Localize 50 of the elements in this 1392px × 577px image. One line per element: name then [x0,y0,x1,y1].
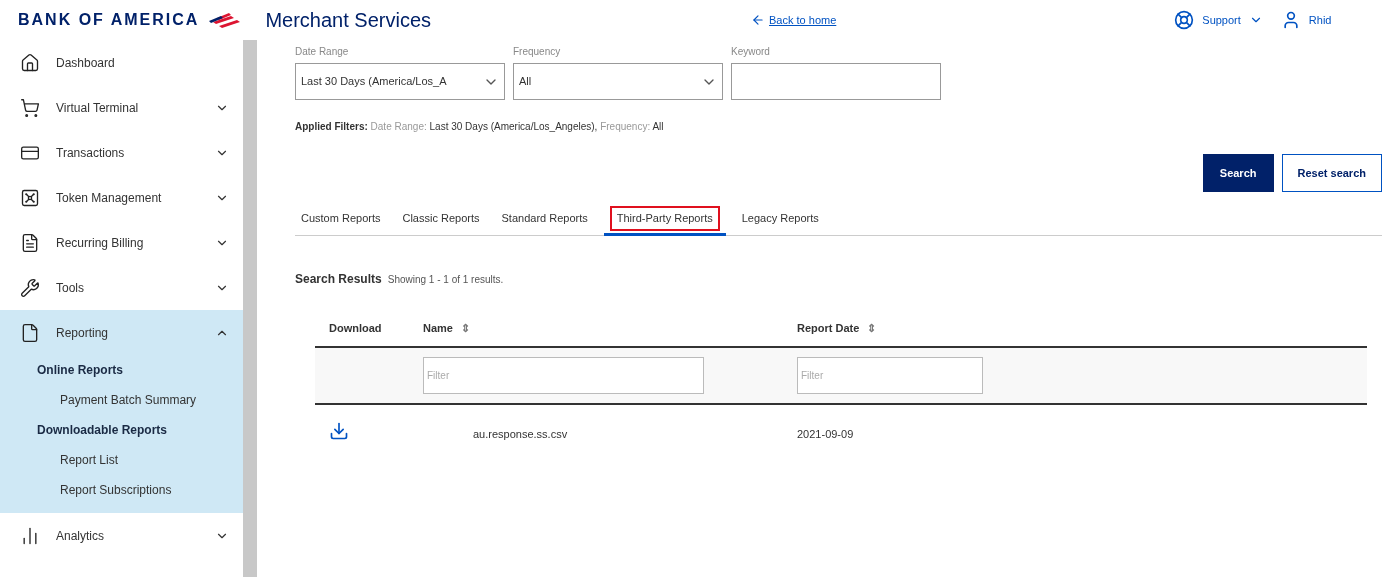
filter-field[interactable]: Filter [797,357,983,394]
reset-button[interactable]: Reset search [1281,154,1382,192]
scrollbar[interactable] [243,40,257,577]
submenu-item[interactable]: Report Subscriptions [0,475,243,505]
field-label: Frequency [513,45,562,59]
app-title: Merchant Services [265,8,432,33]
applied-filters-text: Applied Filters: Date Range: Last 30 Days (America/Los_Angeles), Frequency: All [295,120,665,134]
lifebuoy-icon [1174,10,1195,30]
table-cell-text: 2021-09-09 [797,426,854,442]
results-summary: Showing 1 - 1 of 1 results. [387,273,504,287]
select-field[interactable]: All [513,63,723,100]
sidebar-item[interactable]: Recurring Billing [0,220,243,265]
select-field[interactable]: Last 30 Days (America/Los_A [295,63,505,100]
submenu-heading: Downloadable Reports [36,422,168,439]
menu-item-icon [20,232,40,253]
field-label: Date Range [295,45,350,59]
table-cell-text: au.response.ss.csv [472,426,569,442]
menu-item-icon [20,52,40,73]
sidebar-item[interactable]: Virtual Terminal [0,85,243,130]
sidebar-item[interactable]: Analytics [0,513,243,558]
submenu-item[interactable]: Report List [0,445,243,475]
sidebar-item[interactable]: Dashboard [0,40,243,85]
sidebar-item[interactable]: Tools [0,265,243,310]
search-button[interactable]: Search [1202,154,1274,192]
submenu-heading: Online Reports [36,362,124,379]
user-menu[interactable]: Rhid [1280,10,1332,30]
sidebar-item[interactable]: Token Management [0,175,243,220]
brand-logo-text: BANK OF AMERICA [18,10,200,30]
tab[interactable]: Legacy Reports [735,206,825,236]
download-button[interactable] [329,420,349,441]
field-label: Keyword [731,45,771,59]
tab[interactable]: Custom Reports [295,206,387,236]
input-field[interactable] [731,63,941,100]
submenu-item[interactable]: Payment Batch Summary [0,385,243,415]
column-header[interactable]: Report Date ⇕ [783,318,877,337]
menu-item-icon [20,277,40,298]
menu-item-icon [20,187,40,208]
sidebar-item[interactable]: Transactions [0,130,243,175]
menu-item-icon [20,97,40,118]
tab[interactable]: Standard Reports [495,206,594,236]
filter-field[interactable]: Filter [423,357,704,394]
tab[interactable]: Classic Reports [396,206,486,236]
sidebar-item[interactable]: Reporting [0,310,243,355]
back-link[interactable]: Back to home [751,11,837,29]
column-header[interactable]: Name ⇕ [409,318,783,337]
download-icon [329,420,349,441]
menu-item-icon [20,322,40,343]
results-title: Search Results [295,271,382,288]
column-header: Download [328,321,383,336]
support-menu[interactable]: Support [1174,10,1263,30]
